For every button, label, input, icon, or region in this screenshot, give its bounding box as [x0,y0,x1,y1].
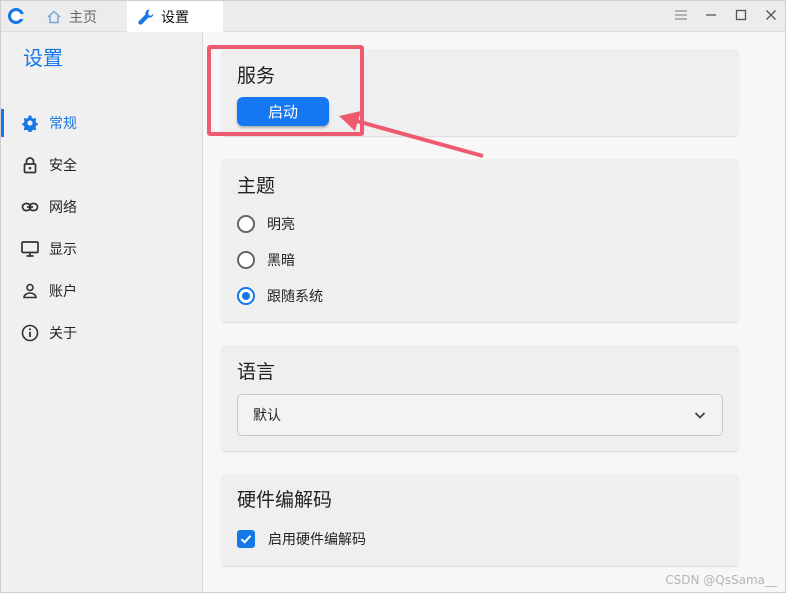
radio-button[interactable] [237,215,255,233]
checkbox-checked[interactable] [237,530,255,548]
app-logo-icon [8,8,25,24]
hardware-codec-label: 启用硬件编解码 [268,532,366,548]
theme-option-dark[interactable]: 黑暗 [237,248,295,272]
sidebar-item-account[interactable]: 账户 [1,271,203,311]
theme-option-label: 黑暗 [267,253,295,269]
lock-icon [21,156,39,174]
sidebar-item-general[interactable]: 常规 [1,103,203,143]
info-icon [21,324,39,342]
sidebar-item-about[interactable]: 关于 [1,313,203,353]
chevron-down-icon [692,407,708,423]
tab-settings-label: 设置 [161,9,189,26]
language-card: 语言 默认 [221,345,739,451]
language-selected-value: 默认 [253,408,281,424]
tab-home-label: 主页 [69,9,97,26]
link-icon [21,198,39,216]
check-icon [240,535,252,544]
minimize-icon[interactable] [703,9,719,24]
home-icon [45,8,63,26]
theme-option-system[interactable]: 跟随系统 [237,284,323,308]
sidebar-item-network[interactable]: 网络 [1,187,203,227]
theme-title: 主题 [237,175,276,197]
sidebar-item-label: 显示 [49,242,77,258]
radio-button[interactable] [237,251,255,269]
tab-settings[interactable]: 设置 [127,1,223,32]
sidebar-item-label: 关于 [49,326,77,342]
sidebar-item-security[interactable]: 安全 [1,145,203,185]
sidebar-item-label: 账户 [49,284,77,300]
maximize-icon[interactable] [733,9,749,25]
sidebar-item-label: 网络 [49,200,77,216]
watermark: CSDN @QsSama__ [665,573,777,587]
gear-icon [21,114,39,132]
hardware-codec-card: 硬件编解码 启用硬件编解码 [221,474,739,566]
theme-option-label: 跟随系统 [267,289,323,305]
close-icon[interactable] [763,9,779,25]
theme-card: 主题 明亮 黑暗 跟随系统 [221,159,739,322]
menu-icon[interactable] [673,9,689,24]
hardware-codec-title: 硬件编解码 [237,489,333,511]
sidebar: 设置 常规 安全 网络 显示 账户 关于 [1,32,203,592]
monitor-icon [21,240,39,258]
sidebar-item-display[interactable]: 显示 [1,229,203,269]
user-icon [21,282,39,300]
annotation-arrow-icon [339,111,484,158]
wrench-icon [137,8,155,26]
sidebar-item-label: 安全 [49,158,77,174]
language-select[interactable]: 默认 [237,394,723,436]
sidebar-title: 设置 [23,46,63,70]
title-bar: 主页 设置 [1,1,785,32]
hardware-codec-option[interactable]: 启用硬件编解码 [237,528,366,550]
theme-option-label: 明亮 [267,217,295,233]
sidebar-item-label: 常规 [49,116,77,132]
theme-option-light[interactable]: 明亮 [237,212,295,236]
app-window: 主页 设置 设置 常规 安全 网络 显示 账户 关于 服务 启动 主题 明亮 黑… [0,0,786,593]
radio-button-checked[interactable] [237,287,255,305]
window-controls [673,1,779,32]
language-title: 语言 [237,361,276,383]
tab-home[interactable]: 主页 [35,1,127,32]
